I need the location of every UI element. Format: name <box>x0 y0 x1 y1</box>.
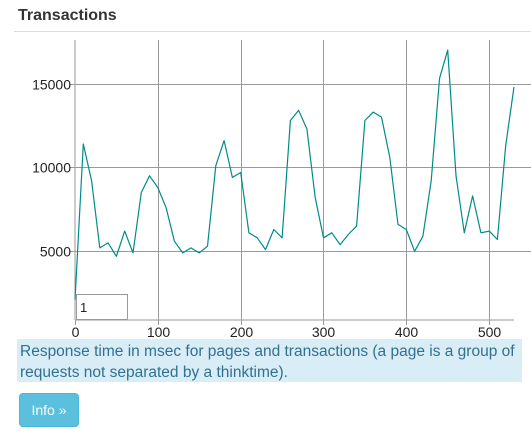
x-tick-label: 0 <box>72 324 80 340</box>
x-tick-label: 500 <box>478 324 502 340</box>
x-tick-label: 400 <box>395 324 419 340</box>
y-tick-label: 5000 <box>40 244 71 260</box>
x-tick-label: 200 <box>230 324 254 340</box>
chart-value-input[interactable] <box>76 294 128 320</box>
response-time-chart: 0 100 200 300 400 500 5000 10000 15000 <box>32 40 531 340</box>
x-tick-label: 300 <box>312 324 336 340</box>
y-tick-label: 15000 <box>32 77 71 93</box>
x-tick-label: 100 <box>147 324 171 340</box>
info-button[interactable]: Info » <box>19 393 79 427</box>
chart-description: Response time in msec for pages and tran… <box>17 339 522 382</box>
series-line <box>74 49 515 300</box>
y-tick-label: 10000 <box>32 160 71 176</box>
